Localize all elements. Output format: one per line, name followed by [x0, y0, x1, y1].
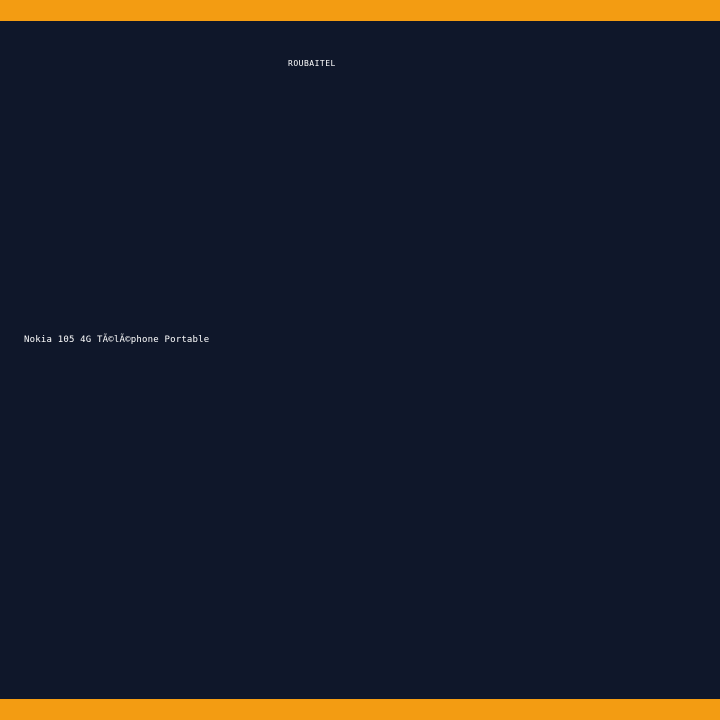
- brand-name: ROUBAITEL: [288, 59, 336, 68]
- screen: ROUBAITEL Nokia 105 4G TÃ©lÃ©phone Porta…: [0, 0, 720, 720]
- top-accent-bar: [0, 0, 720, 21]
- bottom-accent-bar: [0, 699, 720, 720]
- product-title[interactable]: Nokia 105 4G TÃ©lÃ©phone Portable: [24, 335, 209, 346]
